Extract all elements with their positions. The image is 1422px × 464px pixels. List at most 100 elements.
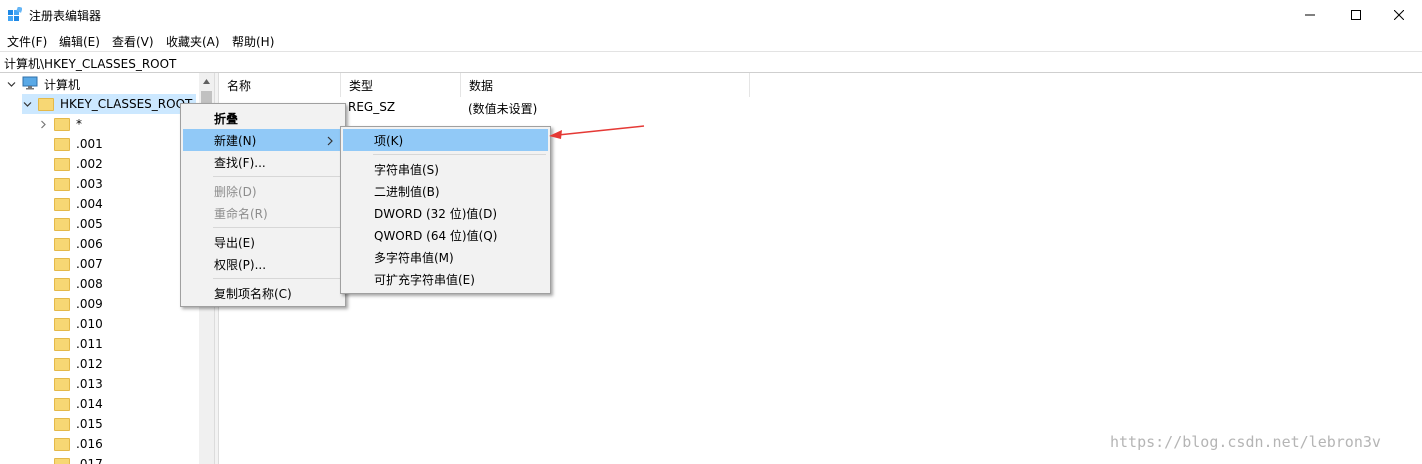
tree-node[interactable]: .001 bbox=[54, 134, 103, 154]
menu-file[interactable]: 文件(F) bbox=[7, 33, 47, 50]
menu-item-label: 查找(F)... bbox=[214, 155, 266, 170]
menu-item[interactable]: 删除(D) bbox=[183, 180, 343, 202]
folder-icon bbox=[54, 377, 70, 391]
tree-node-label: .016 bbox=[76, 437, 103, 451]
values-header: 名称 类型 数据 bbox=[219, 73, 1422, 97]
menu-item[interactable]: 重命名(R) bbox=[183, 202, 343, 224]
tree-node[interactable]: .009 bbox=[54, 294, 103, 314]
menu-view[interactable]: 查看(V) bbox=[112, 33, 154, 50]
tree-node[interactable]: .007 bbox=[54, 254, 103, 274]
menu-item[interactable]: 复制项名称(C) bbox=[183, 282, 343, 304]
folder-icon bbox=[54, 417, 70, 431]
folder-icon bbox=[54, 317, 70, 331]
tree-node-label: .017 bbox=[76, 457, 103, 464]
menu-item[interactable]: 导出(E) bbox=[183, 231, 343, 253]
tree-node[interactable]: .017 bbox=[54, 454, 103, 464]
watermark-text: https://blog.csdn.net/lebron3v bbox=[1110, 433, 1381, 451]
tree-node[interactable]: .014 bbox=[54, 394, 103, 414]
menu-item[interactable]: 多字符串值(M) bbox=[343, 246, 548, 268]
tree-node[interactable]: .016 bbox=[54, 434, 103, 454]
tree-node[interactable]: .006 bbox=[54, 234, 103, 254]
tree-node[interactable]: .015 bbox=[54, 414, 103, 434]
folder-icon bbox=[54, 237, 70, 251]
close-button[interactable] bbox=[1376, 0, 1422, 30]
column-header-name[interactable]: 名称 bbox=[219, 73, 341, 97]
tree-label-hkcr: HKEY_CLASSES_ROOT bbox=[60, 97, 193, 111]
menu-item[interactable]: QWORD (64 位)值(Q) bbox=[343, 224, 548, 246]
folder-icon bbox=[54, 277, 70, 291]
tree-node-label: .002 bbox=[76, 157, 103, 171]
folder-icon bbox=[54, 297, 70, 311]
tree-node-computer[interactable]: 计算机 bbox=[6, 74, 80, 94]
menu-bar: 文件(F) 编辑(E) 查看(V) 收藏夹(A) 帮助(H) bbox=[0, 30, 1422, 50]
menu-item[interactable]: 折叠 bbox=[183, 107, 343, 129]
value-data: (数值未设置) bbox=[468, 102, 538, 116]
column-header-data[interactable]: 数据 bbox=[461, 73, 750, 97]
menu-item[interactable]: 二进制值(B) bbox=[343, 180, 548, 202]
maximize-button[interactable] bbox=[1333, 0, 1379, 30]
tree-node-label: .015 bbox=[76, 417, 103, 431]
tree-node[interactable]: .003 bbox=[54, 174, 103, 194]
folder-icon bbox=[54, 177, 70, 191]
folder-icon bbox=[54, 117, 70, 131]
value-type: REG_SZ bbox=[348, 100, 396, 114]
folder-icon bbox=[54, 457, 70, 464]
folder-icon bbox=[54, 337, 70, 351]
menu-separator bbox=[213, 176, 341, 177]
tree-node[interactable]: .010 bbox=[54, 314, 103, 334]
tree-node[interactable]: .002 bbox=[54, 154, 103, 174]
tree-node-label: * bbox=[76, 117, 82, 131]
tree-node[interactable]: * bbox=[38, 114, 82, 134]
tree-node-label: .005 bbox=[76, 217, 103, 231]
menu-item-label: 可扩充字符串值(E) bbox=[374, 272, 475, 287]
folder-icon bbox=[54, 397, 70, 411]
chevron-right-icon[interactable] bbox=[38, 119, 48, 129]
menu-item[interactable]: 字符串值(S) bbox=[343, 158, 548, 180]
menu-item-label: DWORD (32 位)值(D) bbox=[374, 206, 497, 221]
tree-node-label: .006 bbox=[76, 237, 103, 251]
tree-node[interactable]: .013 bbox=[54, 374, 103, 394]
menu-separator bbox=[213, 227, 341, 228]
menu-item[interactable]: 权限(P)... bbox=[183, 253, 343, 275]
menu-separator bbox=[213, 278, 341, 279]
menu-help[interactable]: 帮助(H) bbox=[232, 33, 274, 50]
tree-node[interactable]: .004 bbox=[54, 194, 103, 214]
address-bar[interactable]: 计算机\HKEY_CLASSES_ROOT bbox=[0, 51, 1422, 73]
menu-item[interactable]: 新建(N) bbox=[183, 129, 343, 151]
address-path[interactable]: 计算机\HKEY_CLASSES_ROOT bbox=[4, 55, 176, 72]
minimize-icon bbox=[1305, 14, 1315, 16]
new-submenu: 项(K) 字符串值(S) 二进制值(B) DWORD (32 位)值(D) QWORD … bbox=[340, 126, 551, 294]
tree-node-label: .003 bbox=[76, 177, 103, 191]
tree-node-hkcr[interactable]: HKEY_CLASSES_ROOT bbox=[22, 94, 197, 114]
folder-icon bbox=[54, 357, 70, 371]
menu-item[interactable]: 可扩充字符串值(E) bbox=[343, 268, 548, 290]
tree-node[interactable]: .005 bbox=[54, 214, 103, 234]
folder-icon bbox=[54, 197, 70, 211]
column-header-type[interactable]: 类型 bbox=[341, 73, 461, 97]
tree-node-label: .009 bbox=[76, 297, 103, 311]
tree-node[interactable]: .008 bbox=[54, 274, 103, 294]
menu-item[interactable]: 项(K) bbox=[343, 129, 548, 151]
tree-node-label: .010 bbox=[76, 317, 103, 331]
menu-item-label: 复制项名称(C) bbox=[214, 286, 292, 301]
menu-item-label: QWORD (64 位)值(Q) bbox=[374, 228, 498, 243]
menu-favorites[interactable]: 收藏夹(A) bbox=[166, 33, 220, 50]
maximize-icon bbox=[1351, 10, 1361, 20]
tree-node-label: .004 bbox=[76, 197, 103, 211]
minimize-button[interactable] bbox=[1287, 0, 1333, 30]
tree-node[interactable]: .011 bbox=[54, 334, 103, 354]
menu-edit[interactable]: 编辑(E) bbox=[59, 33, 100, 50]
annotation-arrow-icon bbox=[549, 125, 645, 139]
scroll-up-arrow-icon[interactable] bbox=[199, 73, 214, 89]
submenu-chevron-icon bbox=[326, 135, 334, 146]
menu-item[interactable]: 查找(F)... bbox=[183, 151, 343, 173]
chevron-down-icon[interactable] bbox=[6, 79, 16, 89]
menu-item[interactable]: DWORD (32 位)值(D) bbox=[343, 202, 548, 224]
chevron-down-icon[interactable] bbox=[22, 99, 32, 109]
tree-label-computer: 计算机 bbox=[44, 77, 81, 92]
folder-icon bbox=[38, 97, 54, 111]
tree-node[interactable]: .012 bbox=[54, 354, 103, 374]
tree-node-label: .011 bbox=[76, 337, 103, 351]
tree-node-label: .008 bbox=[76, 277, 103, 291]
context-menu: 折叠 新建(N) 查找(F)... 删除(D) 重命名(R) 导出(E) 权限(P)... 复… bbox=[180, 103, 346, 307]
